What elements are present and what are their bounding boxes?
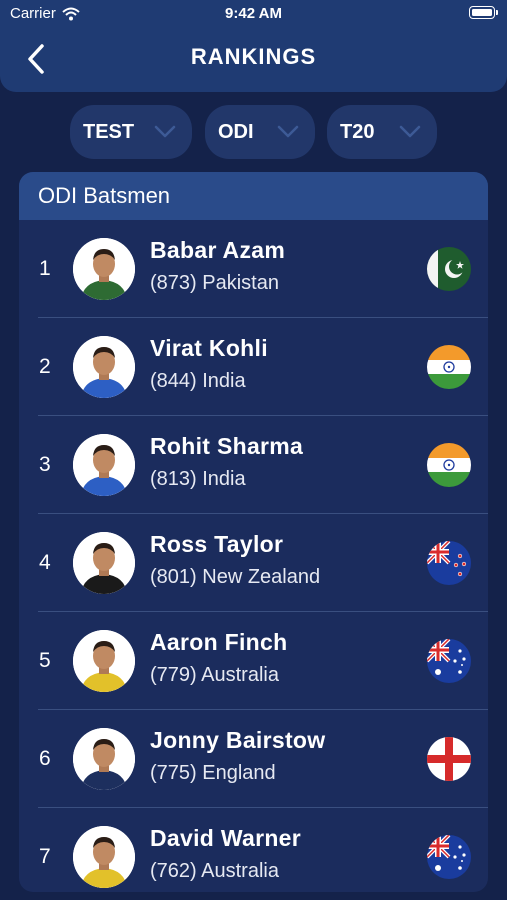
avatar (73, 728, 135, 790)
status-time: 9:42 AM (225, 5, 282, 22)
player-name: Ross Taylor (150, 531, 284, 557)
new-zealand-flag-icon (427, 541, 471, 585)
player-rating-country: (762) Australia (150, 860, 279, 882)
australia-flag-icon (427, 639, 471, 683)
rank-number: 3 (39, 453, 51, 476)
player-name: Aaron Finch (150, 629, 288, 655)
player-name: David Warner (150, 825, 302, 851)
player-rating-country: (873) Pakistan (150, 272, 279, 294)
page-title: RANKINGS (190, 44, 317, 69)
avatar (73, 630, 135, 692)
india-flag-icon (427, 345, 471, 389)
avatar (73, 434, 135, 496)
england-flag-icon (427, 737, 471, 781)
player-row[interactable]: 4 Ross Taylor (801) New Zealand (19, 514, 488, 612)
avatar (73, 336, 135, 398)
avatar (73, 238, 135, 300)
player-row[interactable]: 1 Babar Azam (873) Pakistan (19, 220, 488, 318)
player-name: Babar Azam (150, 237, 286, 263)
card-title: ODI Batsmen (19, 172, 488, 220)
rank-number: 2 (39, 355, 51, 378)
player-name: Jonny Bairstow (150, 727, 326, 753)
avatar (73, 532, 135, 594)
chevron-down-icon (277, 125, 299, 138)
rank-number: 1 (39, 257, 51, 280)
battery-icon (469, 6, 498, 19)
tab-test[interactable]: TEST (70, 105, 192, 159)
india-flag-icon (427, 443, 471, 487)
pakistan-flag-icon (427, 247, 471, 291)
status-bar: Carrier 9:42 AM (0, 0, 507, 28)
player-rating-country: (775) England (150, 762, 276, 784)
tab-label: TEST (83, 120, 135, 143)
player-row[interactable]: 5 Aaron Finch (779) Australia (19, 612, 488, 710)
chevron-down-icon (399, 125, 421, 138)
tab-t20[interactable]: T20 (327, 105, 437, 159)
rank-number: 6 (39, 747, 51, 770)
player-row[interactable]: 7 David Warner (762) Australia (19, 808, 488, 892)
rank-number: 5 (39, 649, 51, 672)
player-row[interactable]: 6 Jonny Bairstow (775) England (19, 710, 488, 808)
tab-odi[interactable]: ODI (205, 105, 315, 159)
rankings-card: ODI Batsmen 1 Babar Azam (873) Pakistan 2 Vi… (19, 172, 488, 892)
rank-number: 7 (39, 845, 51, 868)
chevron-down-icon (154, 125, 176, 138)
australia-flag-icon (427, 835, 471, 879)
player-row[interactable]: 2 Virat Kohli (844) India (19, 318, 488, 416)
player-name: Virat Kohli (150, 335, 268, 361)
avatar (73, 826, 135, 888)
player-list: 1 Babar Azam (873) Pakistan 2 Virat Kohli (84… (19, 220, 488, 892)
player-name: Rohit Sharma (150, 433, 304, 459)
player-rating-country: (779) Australia (150, 664, 279, 686)
player-row[interactable]: 3 Rohit Sharma (813) India (19, 416, 488, 514)
tab-label: T20 (340, 120, 375, 143)
rank-number: 4 (39, 551, 51, 574)
player-rating-country: (801) New Zealand (150, 566, 321, 588)
player-rating-country: (813) India (150, 468, 246, 490)
player-rating-country: (844) India (150, 370, 246, 392)
tab-label: ODI (218, 120, 254, 143)
